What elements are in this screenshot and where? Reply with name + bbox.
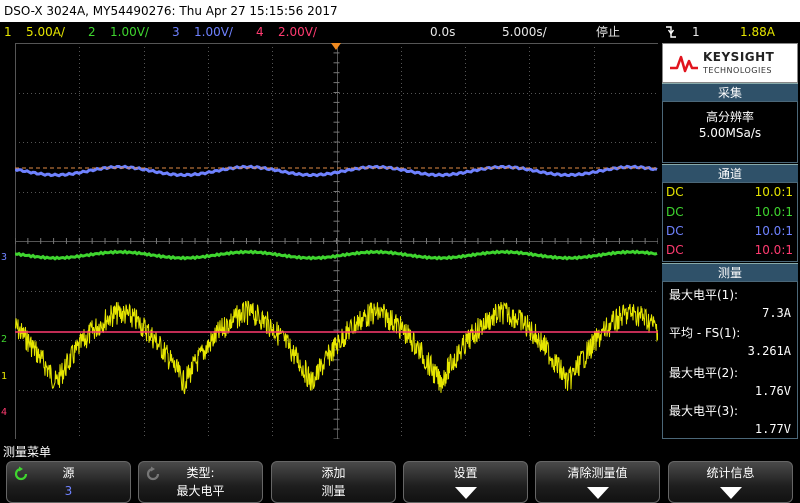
trigger-source: 1 [692, 25, 700, 39]
measurements-header[interactable]: 测量 [662, 263, 798, 281]
meas-3-value: 1.76V [754, 384, 791, 398]
ch2-scale[interactable]: 1.00V/ [110, 22, 149, 42]
ch4-scale[interactable]: 2.00V/ [278, 22, 317, 42]
settings-softkey-label: 设置 [453, 466, 478, 480]
ch2-number[interactable]: 2 [88, 22, 96, 42]
ch3-scale[interactable]: 1.00V/ [194, 22, 233, 42]
ch1-ground-marker[interactable]: 1 [1, 372, 7, 382]
ch1-scale[interactable]: 5.00A/ [26, 22, 65, 42]
channels-header[interactable]: 通道 [662, 164, 798, 182]
clear-measurements-label: 清除测量值 [567, 466, 628, 480]
submenu-arrow-icon [454, 487, 477, 499]
trigger-falling-edge-icon [664, 25, 678, 39]
ch3-number[interactable]: 3 [172, 22, 180, 42]
source-softkey-value: 3 [64, 484, 73, 498]
menu-title: 测量菜单 [3, 445, 52, 459]
status-bar: 1 5.00A/ 2 1.00V/ 3 1.00V/ 4 2.00V/ 0.0s… [0, 22, 800, 42]
source-softkey-label: 源 [62, 466, 75, 480]
submenu-arrow-icon [586, 487, 609, 499]
type-softkey-value: 最大电平 [176, 484, 225, 498]
sample-rate: 5.00MSa/s [698, 126, 762, 140]
measurements-box[interactable]: 最大电平(1): 7.3A 平均 - FS(1): 3.261A 最大电平(2)… [662, 281, 798, 439]
meas-4-label: 最大电平(3): [669, 404, 739, 418]
ch3-ground-marker[interactable]: 3 [1, 253, 7, 263]
ch1-probe: 10.0:1 [754, 185, 793, 199]
horizontal-delay[interactable]: 0.0s [430, 22, 455, 42]
source-softkey[interactable]: 源 3 [6, 461, 131, 503]
meas-2-value: 3.261A [747, 344, 791, 358]
ch3-coupling: DC [666, 224, 684, 238]
add-measurement-softkey[interactable]: 添加 测量 [271, 461, 396, 503]
type-softkey-label: 类型: [186, 466, 215, 480]
ch2-probe: 10.0:1 [754, 205, 793, 219]
meas-1-label: 最大电平(1): [669, 288, 739, 302]
ch4-coupling: DC [666, 243, 684, 257]
trigger-position-marker [331, 43, 341, 50]
ch3-probe: 10.0:1 [754, 224, 793, 238]
waveform-display[interactable] [15, 43, 658, 439]
acquisition-header[interactable]: 采集 [662, 83, 798, 101]
statistics-softkey-label: 统计信息 [706, 466, 755, 480]
ch2-ground-marker[interactable]: 2 [1, 335, 7, 345]
ch4-number[interactable]: 4 [256, 22, 264, 42]
logo-sub: TECHNOLOGIES [703, 66, 772, 75]
add-measurement-sublabel: 测量 [321, 484, 346, 498]
meas-4-value: 1.77V [754, 422, 791, 436]
ch1-number[interactable]: 1 [4, 22, 12, 42]
graticule[interactable] [15, 43, 658, 439]
logo-brand: KEYSIGHT [703, 50, 775, 64]
trigger-level[interactable]: 1.88A [740, 22, 775, 42]
add-measurement-label: 添加 [321, 466, 346, 480]
statistics-softkey[interactable]: 统计信息 [668, 461, 793, 503]
acquisition-mode: 高分辨率 [705, 110, 754, 124]
meas-1-value: 7.3A [762, 306, 791, 320]
softkey-bar: 源 3 类型: 最大电平 添加 测量 设置 清除测量值 统计信息 [0, 461, 800, 503]
acquisition-box[interactable]: 高分辨率 5.00MSa/s [662, 101, 798, 163]
keysight-logo: KEYSIGHT TECHNOLOGIES [662, 43, 798, 83]
ch3-waveform [15, 164, 658, 178]
ch1-coupling: DC [666, 185, 684, 199]
keysight-wave-logo-icon [670, 55, 698, 73]
ch4-ground-marker[interactable]: 4 [1, 408, 7, 418]
type-softkey[interactable]: 类型: 最大电平 [138, 461, 263, 503]
info-panel: KEYSIGHT TECHNOLOGIES 采集 高分辨率 5.00MSa/s … [660, 43, 800, 439]
ch2-waveform [15, 249, 658, 261]
clear-measurements-softkey[interactable]: 清除测量值 [535, 461, 660, 503]
window-title: DSO-X 3024A, MY54490276: Thu Apr 27 15:1… [0, 0, 800, 22]
meas-3-label: 最大电平(2): [669, 366, 739, 380]
ch2-coupling: DC [666, 205, 684, 219]
meas-2-label: 平均 - FS(1): [669, 326, 741, 340]
timebase-scale[interactable]: 5.000s/ [502, 22, 547, 42]
settings-softkey[interactable]: 设置 [403, 461, 528, 503]
ch4-probe: 10.0:1 [754, 243, 793, 257]
submenu-arrow-icon [719, 487, 742, 499]
run-state: 停止 [596, 25, 621, 39]
channels-box[interactable]: DC 10.0:1 DC 10.0:1 DC 10.0:1 DC 10.0:1 [662, 182, 798, 262]
